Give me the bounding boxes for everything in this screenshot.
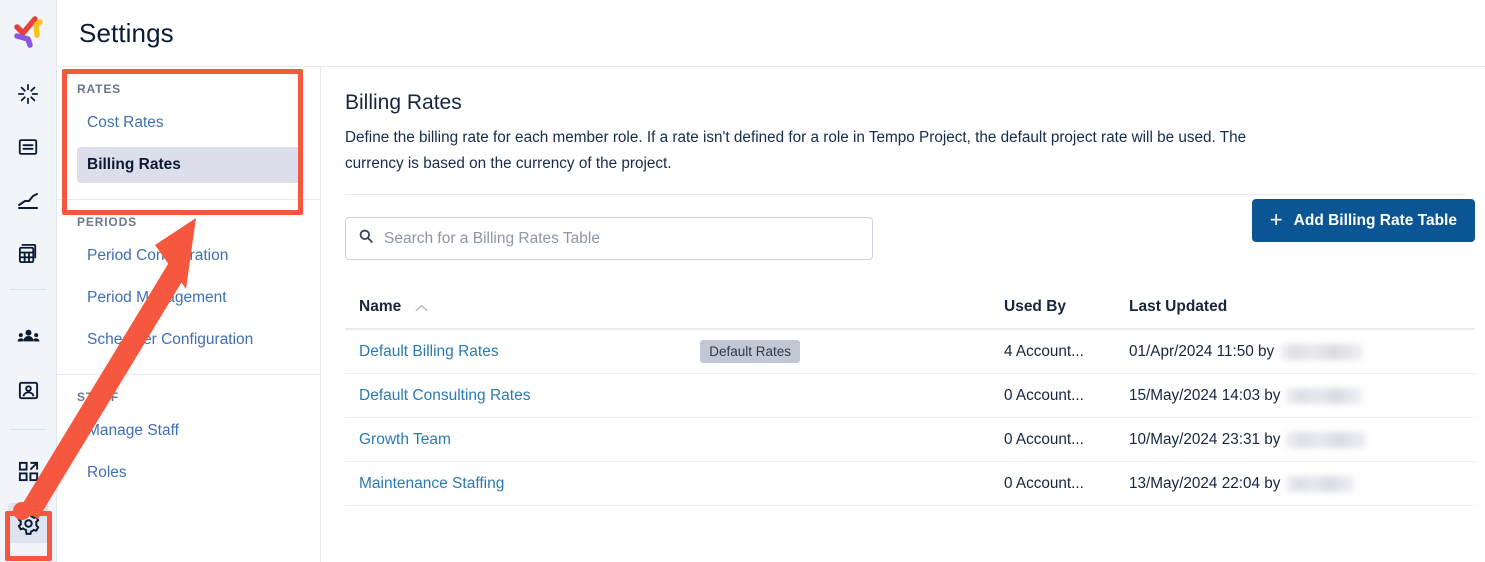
gear-icon[interactable] [8,503,48,543]
section-description: Define the billing rate for each member … [345,125,1250,177]
rail-divider-2 [10,429,46,430]
billing-rates-table: Name Used By Last Updated Default Billi [345,298,1475,506]
tempo-logo-icon[interactable] [6,8,50,52]
last-updated-text: 01/Apr/2024 11:50 by [1129,343,1274,361]
cell-last-updated: 13/May/2024 22:04 by [1129,475,1461,493]
trend-chart-icon[interactable] [8,180,48,220]
last-updated-text: 15/May/2024 14:03 by [1129,387,1280,405]
content-area: RATES Cost Rates Billing Rates PERIODS P… [57,67,1485,562]
settings-column: Settings RATES Cost Rates Billing Rates … [57,0,1485,562]
app-root: Settings RATES Cost Rates Billing Rates … [0,0,1485,562]
add-button-label: Add Billing Rate Table [1294,212,1457,230]
contact-card-icon[interactable] [8,370,48,410]
rate-table-link[interactable]: Maintenance Staffing [359,475,504,493]
sidebar-item-period-management[interactable]: Period Management [77,280,300,316]
cell-used-by: 4 Account... [1004,343,1129,361]
sidebar-item-billing-rates[interactable]: Billing Rates [77,147,300,183]
redacted-author [1286,432,1366,448]
settings-nav: RATES Cost Rates Billing Rates PERIODS P… [57,67,321,562]
last-updated-text: 13/May/2024 22:04 by [1129,475,1280,493]
sidebar-item-scheduler-configuration[interactable]: Scheduler Configuration [77,322,300,358]
page-title: Settings [79,18,174,49]
table-row[interactable]: Growth Team 0 Account...10/May/2024 23:31… [345,418,1475,462]
column-header-last-updated[interactable]: Last Updated [1129,298,1461,316]
article-list-icon[interactable] [8,127,48,167]
table-row[interactable]: Maintenance Staffing 0 Account...13/May/2… [345,462,1475,506]
main-inner: Billing Rates Define the billing rate fo… [345,91,1485,506]
rate-table-link[interactable]: Default Consulting Rates [359,387,530,405]
nav-section-periods-label: PERIODS [77,215,300,229]
people-group-icon[interactable] [8,317,48,357]
cell-last-updated: 15/May/2024 14:03 by [1129,387,1461,405]
stacked-grid-icon[interactable] [8,233,48,273]
redacted-author [1286,388,1362,404]
redacted-author [1286,476,1354,492]
sidebar-item-period-configuration[interactable]: Period Configuration [77,238,300,274]
cell-used-by: 0 Account... [1004,387,1129,405]
column-header-used-by[interactable]: Used By [1004,298,1129,316]
section-title: Billing Rates [345,91,1475,115]
table-row[interactable]: Default Billing Rates Default Rates 4 Acco… [345,330,1475,374]
redacted-author [1280,344,1362,360]
rate-table-link[interactable]: Default Billing Rates [359,343,499,361]
rail-divider-1 [10,289,46,290]
cell-name: Default Consulting Rates [359,387,1004,405]
apps-grid-icon[interactable] [8,451,48,491]
cell-name: Maintenance Staffing [359,475,1004,493]
global-icon-rail [0,0,57,562]
search-input[interactable] [384,230,860,248]
cell-last-updated: 10/May/2024 23:31 by [1129,431,1461,449]
page-header: Settings [57,0,1485,67]
table-row[interactable]: Default Consulting Rates 0 Account...15/M… [345,374,1475,418]
column-header-name[interactable]: Name [359,298,401,316]
cell-used-by: 0 Account... [1004,431,1129,449]
search-box[interactable] [345,217,873,260]
table-header-row: Name Used By Last Updated [345,298,1475,330]
cell-name: Growth Team [359,431,1004,449]
cell-used-by: 0 Account... [1004,475,1129,493]
last-updated-text: 10/May/2024 23:31 by [1129,431,1280,449]
default-rates-badge: Default Rates [700,340,800,363]
sparkle-burst-icon[interactable] [8,74,48,114]
plus-icon: + [1270,209,1283,231]
cell-last-updated: 01/Apr/2024 11:50 by [1129,343,1461,361]
section-divider [345,194,1465,195]
add-billing-rate-table-button[interactable]: + Add Billing Rate Table [1252,199,1475,242]
rate-table-link[interactable]: Growth Team [359,431,451,449]
sidebar-item-roles[interactable]: Roles [77,455,300,491]
nav-section-rates-label: RATES [77,82,300,96]
table-body: Default Billing Rates Default Rates 4 Acco… [345,330,1475,506]
main-panel: Billing Rates Define the billing rate fo… [321,67,1485,562]
nav-section-staff-label: STAFF [77,390,300,404]
chevron-up-icon[interactable] [415,301,428,314]
search-icon [358,228,374,249]
cell-name: Default Billing Rates Default Rates [359,340,1004,363]
sidebar-item-cost-rates[interactable]: Cost Rates [77,105,300,141]
sidebar-item-manage-staff[interactable]: Manage Staff [77,413,300,449]
